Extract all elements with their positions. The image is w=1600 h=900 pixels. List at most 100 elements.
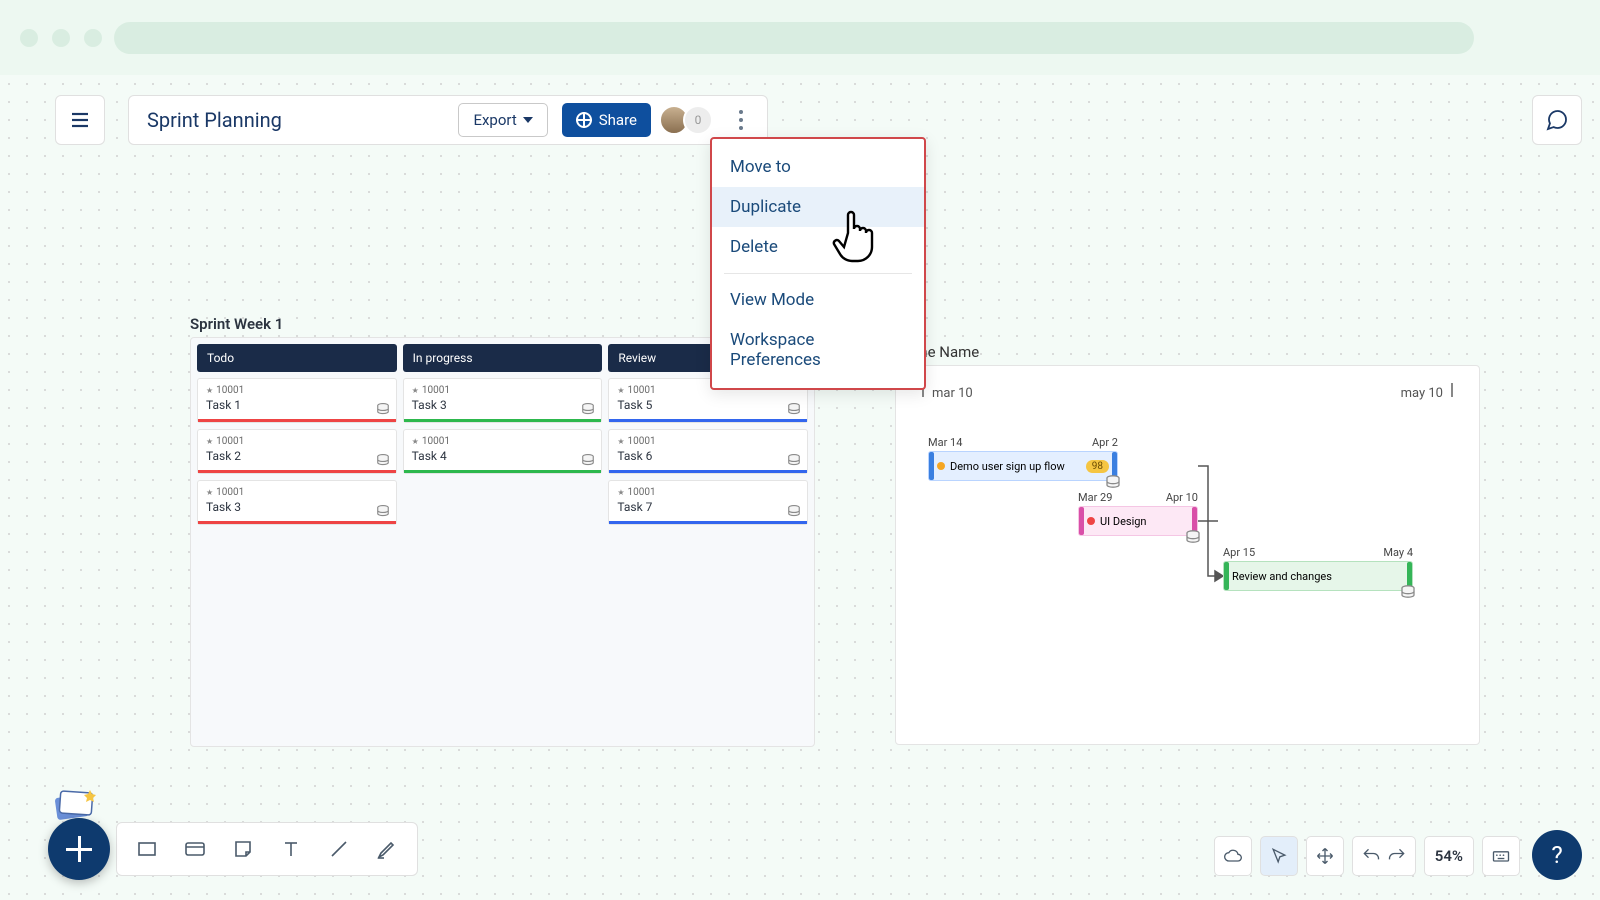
line-tool[interactable] — [317, 827, 361, 871]
database-icon[interactable] — [376, 402, 390, 416]
bar-body[interactable]: Review and changes — [1223, 561, 1413, 591]
document-title[interactable]: Sprint Planning — [147, 108, 444, 132]
pan-tool[interactable] — [1306, 836, 1344, 876]
timeline-panel[interactable]: mar 10 may 10 Mar 14Apr 2 Demo user sign… — [895, 365, 1480, 745]
menu-item-move-to[interactable]: Move to — [712, 147, 924, 187]
avatar-more-count[interactable]: 0 — [683, 105, 713, 135]
timeline-bar[interactable]: Mar 29Apr 10 UI Design — [1078, 491, 1198, 536]
database-icon[interactable] — [787, 453, 801, 467]
chat-bubble-icon — [1545, 108, 1569, 132]
timeline-header: mar 10 may 10 — [908, 386, 1467, 401]
line-icon — [327, 837, 351, 861]
comments-button[interactable] — [1532, 95, 1582, 145]
share-label: Share — [599, 111, 637, 129]
text-tool[interactable] — [269, 827, 313, 871]
share-button[interactable]: Share — [562, 103, 651, 137]
database-icon[interactable] — [581, 402, 595, 416]
card-title: Task 2 — [206, 449, 388, 463]
database-icon[interactable] — [787, 402, 801, 416]
keyboard-shortcuts-button[interactable] — [1482, 836, 1520, 876]
more-options-menu: Move to Duplicate Delete View Mode Works… — [710, 137, 926, 390]
bar-dates: Mar 14Apr 2 — [928, 436, 1118, 449]
resize-handle-left[interactable] — [1224, 562, 1229, 590]
kanban-card[interactable]: 10001 Task 1 — [197, 378, 397, 423]
menu-item-view-mode[interactable]: View Mode — [712, 280, 924, 320]
kanban-card[interactable]: 10001 Task 3 — [197, 480, 397, 525]
card-id: 10001 — [617, 436, 799, 447]
canvas[interactable]: Sprint Planning Export Share 0 Move to D… — [0, 75, 1600, 900]
pointer-tool[interactable] — [1260, 836, 1298, 876]
menu-item-duplicate[interactable]: Duplicate — [712, 187, 924, 227]
rectangle-tool[interactable] — [125, 827, 169, 871]
column-header[interactable]: Todo — [197, 344, 397, 372]
sticky-note-tool[interactable] — [221, 827, 265, 871]
card-tool[interactable] — [173, 827, 217, 871]
bar-label: Review and changes — [1232, 570, 1332, 583]
timeline-bar[interactable]: Mar 14Apr 2 Demo user sign up flow98 — [928, 436, 1118, 481]
kanban-card[interactable]: 10001 Task 2 — [197, 429, 397, 474]
bar-dates: Apr 15May 4 — [1223, 546, 1413, 559]
kanban-card[interactable]: 10001 Task 7 — [608, 480, 808, 525]
kanban-card[interactable]: 10001 Task 3 — [403, 378, 603, 423]
card-stripe — [198, 419, 396, 422]
export-button[interactable]: Export — [458, 103, 547, 137]
hamburger-menu-button[interactable] — [55, 95, 105, 145]
database-icon[interactable] — [787, 504, 801, 518]
zoom-level[interactable]: 54% — [1424, 836, 1474, 876]
caret-down-icon — [523, 117, 533, 123]
bar-body[interactable]: Demo user sign up flow98 — [928, 451, 1118, 481]
resize-handle-left[interactable] — [929, 452, 934, 480]
timeline-end-date: may 10 — [1401, 386, 1443, 401]
globe-icon — [576, 112, 592, 128]
database-icon[interactable] — [581, 453, 595, 467]
keyboard-icon — [1491, 846, 1511, 866]
column-header[interactable]: In progress — [403, 344, 603, 372]
bar-body[interactable]: UI Design — [1078, 506, 1198, 536]
card-title: Task 3 — [412, 398, 594, 412]
sticky-note-icon — [231, 837, 255, 861]
add-button[interactable] — [48, 818, 110, 880]
database-icon[interactable] — [1105, 474, 1121, 490]
database-icon[interactable] — [1185, 529, 1201, 545]
menu-item-workspace-preferences[interactable]: Workspace Preferences — [712, 320, 924, 380]
kanban-column[interactable]: Todo 10001 Task 1 10001 Task 2 10001 Task… — [197, 344, 397, 740]
board-title: Sprint Week 1 — [190, 315, 283, 333]
card-title: Task 7 — [617, 500, 799, 514]
undo-icon[interactable] — [1361, 846, 1381, 866]
view-controls: 54% — [1214, 836, 1520, 876]
card-title: Task 1 — [206, 398, 388, 412]
card-stripe — [198, 470, 396, 473]
traffic-lights — [20, 29, 102, 47]
card-stripe — [404, 419, 602, 422]
kanban-card[interactable]: 10001 Task 6 — [608, 429, 808, 474]
more-options-button[interactable] — [727, 100, 755, 140]
url-bar[interactable] — [114, 22, 1474, 54]
database-icon[interactable] — [1400, 584, 1416, 600]
kanban-column[interactable]: Review10001 Task 5 10001 Task 6 10001 Ta… — [608, 344, 808, 740]
shape-toolbar — [116, 822, 418, 876]
card-id: 10001 — [206, 487, 388, 498]
kanban-card[interactable]: 10001 Task 4 — [403, 429, 603, 474]
resize-handle-left[interactable] — [1079, 507, 1084, 535]
title-bar: Sprint Planning Export Share 0 — [128, 95, 768, 145]
timeline-bar[interactable]: Apr 15May 4 Review and changes — [1223, 546, 1413, 591]
database-icon[interactable] — [376, 453, 390, 467]
database-icon[interactable] — [376, 504, 390, 518]
redo-icon[interactable] — [1387, 846, 1407, 866]
menu-item-delete[interactable]: Delete — [712, 227, 924, 267]
pointer-icon — [1269, 846, 1289, 866]
progress-badge: 98 — [1086, 460, 1109, 473]
collaborator-avatars[interactable]: 0 — [665, 105, 713, 135]
templates-stack-icon[interactable] — [50, 782, 98, 822]
kanban-board[interactable]: Todo 10001 Task 1 10001 Task 2 10001 Task… — [190, 337, 815, 747]
highlighter-tool[interactable] — [365, 827, 409, 871]
card-icon — [183, 837, 207, 861]
menu-divider — [724, 273, 912, 274]
text-icon — [279, 837, 303, 861]
highlighter-icon — [375, 837, 399, 861]
card-stripe — [609, 470, 807, 473]
kanban-column[interactable]: In progress 10001 Task 3 10001 Task 4 — [403, 344, 603, 740]
status-dot-icon — [1087, 517, 1095, 525]
cloud-sync-button[interactable] — [1214, 836, 1252, 876]
help-button[interactable]: ? — [1532, 830, 1582, 880]
